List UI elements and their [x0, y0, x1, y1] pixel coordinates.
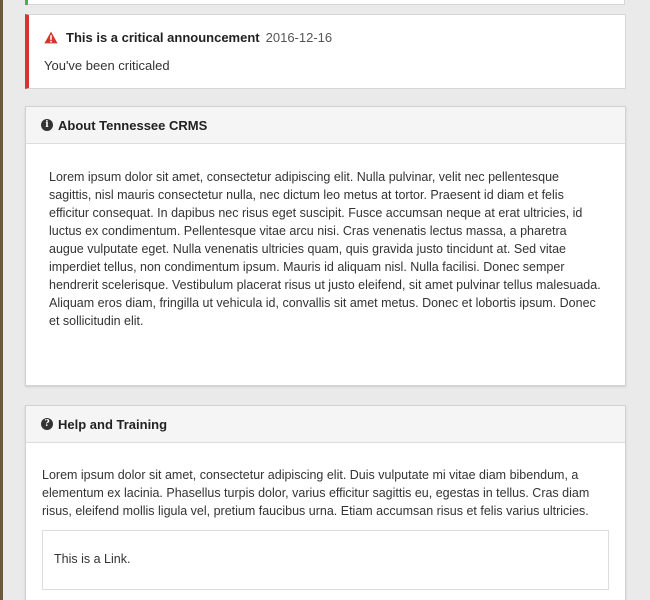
about-panel-body: Lorem ipsum dolor sit amet, consectetur …	[49, 170, 601, 328]
previous-panel-accent	[25, 0, 28, 5]
help-panel: ? Help and Training Lorem ipsum dolor si…	[25, 405, 626, 600]
announcement-title: This is a critical announcement	[66, 30, 260, 45]
help-panel-body: Lorem ipsum dolor sit amet, consectetur …	[26, 443, 625, 590]
previous-panel-edge	[25, 0, 625, 5]
page: This is a critical announcement 2016-12-…	[0, 0, 650, 600]
question-circle-icon: ?	[41, 418, 53, 430]
help-panel-title: Help and Training	[58, 416, 168, 432]
help-panel-heading: ? Help and Training	[26, 406, 625, 443]
warning-triangle-icon	[44, 31, 58, 44]
about-panel-heading: i About Tennessee CRMS	[26, 107, 625, 144]
info-circle-icon: i	[41, 119, 53, 131]
announcement-date: 2016-12-16	[265, 30, 333, 45]
link-box: This is a Link.	[42, 530, 609, 590]
announcement-header: This is a critical announcement 2016-12-…	[44, 30, 332, 45]
help-panel-text: Lorem ipsum dolor sit amet, consectetur …	[42, 468, 590, 518]
window-edge	[0, 0, 3, 600]
about-panel-title: About Tennessee CRMS	[58, 117, 208, 133]
help-link[interactable]: This is a Link.	[54, 552, 130, 566]
critical-announcement: This is a critical announcement 2016-12-…	[25, 14, 626, 89]
about-panel: i About Tennessee CRMS Lorem ipsum dolor…	[25, 106, 626, 386]
announcement-message: You've been criticaled	[44, 58, 170, 73]
